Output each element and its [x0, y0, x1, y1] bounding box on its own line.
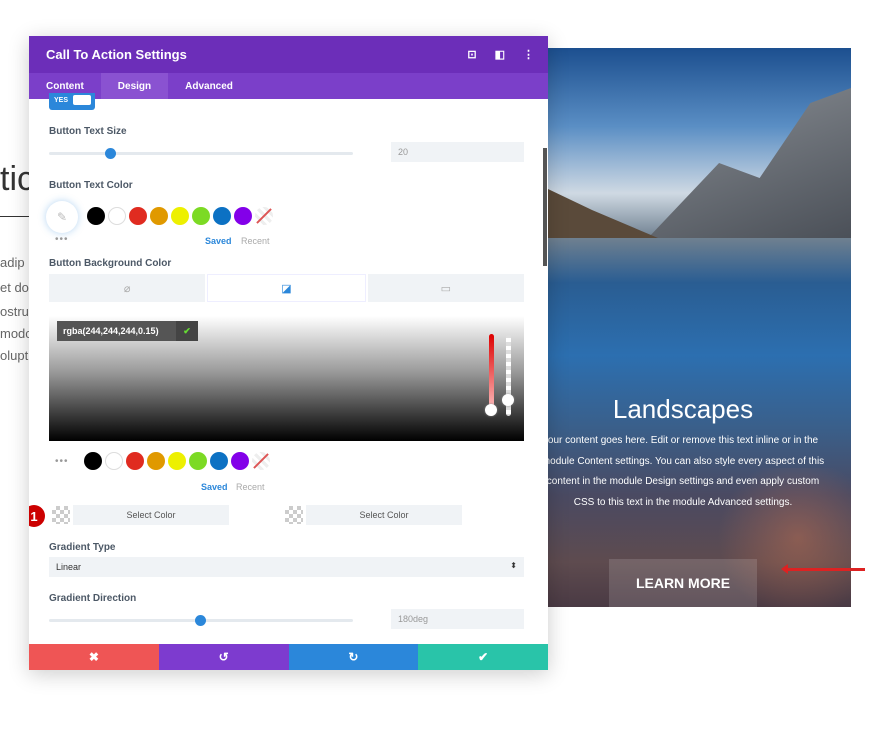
more-options-icon[interactable]: ⋮: [523, 48, 534, 61]
saved-tab[interactable]: Saved: [205, 236, 232, 246]
toggle-label: YES: [54, 97, 69, 104]
swatch-yellow[interactable]: [168, 452, 186, 470]
swatch-green[interactable]: [192, 207, 210, 225]
swatch-white[interactable]: [105, 452, 123, 470]
swatch-black[interactable]: [84, 452, 102, 470]
mountain-image: [648, 88, 851, 238]
settings-panel: Call To Action Settings ⊡ ◧ ⋮ Content De…: [29, 36, 548, 670]
body-text-line: olupt: [0, 348, 29, 363]
swatch-red[interactable]: [126, 452, 144, 470]
select-value: Linear: [56, 562, 82, 572]
button-bg-color-label: Button Background Color: [49, 258, 172, 269]
transparent-swatch-icon: [285, 506, 303, 524]
cta-module-preview[interactable]: Landscapes our content goes here. Edit o…: [548, 48, 851, 607]
step-badge: 1: [29, 505, 45, 527]
more-swatches-icon[interactable]: •••: [55, 456, 69, 467]
slider-handle[interactable]: [195, 615, 206, 626]
color-value-input[interactable]: rgba(244,244,244,0.15) ✔: [57, 321, 198, 341]
swatch-red[interactable]: [129, 207, 147, 225]
swatch-black[interactable]: [87, 207, 105, 225]
recent-tab[interactable]: Recent: [241, 236, 270, 246]
button-text-color-label: Button Text Color: [49, 180, 133, 191]
gradient-start-stop[interactable]: Select Color: [52, 505, 229, 525]
cta-body: our content goes here. Edit or remove th…: [548, 435, 825, 508]
confirm-check-icon[interactable]: ✔: [176, 321, 198, 341]
image-icon[interactable]: ▭: [367, 274, 524, 302]
swatch-orange[interactable]: [150, 207, 168, 225]
gradient-end-stop[interactable]: Select Color: [285, 505, 462, 525]
swatch-yellow[interactable]: [171, 207, 189, 225]
gradient-type-select[interactable]: ⬍ Linear: [49, 557, 524, 577]
screenshot-icon[interactable]: ⊡: [467, 48, 476, 61]
eyedropper-icon[interactable]: ✎: [46, 201, 78, 233]
panel-scrollbar[interactable]: [543, 148, 547, 266]
swatch-green[interactable]: [189, 452, 207, 470]
swatch-blue[interactable]: [213, 207, 231, 225]
color-picker-area[interactable]: rgba(244,244,244,0.15) ✔: [49, 316, 524, 441]
slider-handle[interactable]: [105, 148, 116, 159]
learn-more-button[interactable]: LEARN MORE: [609, 559, 757, 607]
swatch-orange[interactable]: [147, 452, 165, 470]
panel-footer: ✖ ↺ ↻ ✔: [29, 644, 548, 670]
save-button[interactable]: ✔: [418, 644, 548, 670]
button-text-size-label: Button Text Size: [49, 126, 127, 137]
body-text-line: modc: [0, 326, 32, 341]
swatch-purple[interactable]: [231, 452, 249, 470]
no-color-icon[interactable]: [252, 452, 270, 470]
annotation-arrow-icon: [781, 564, 865, 574]
swatch-white[interactable]: [108, 207, 126, 225]
swatch-blue[interactable]: [210, 452, 228, 470]
use-custom-styles-toggle[interactable]: YES: [49, 93, 95, 110]
gradient-direction-input[interactable]: 180deg: [391, 609, 524, 629]
swatch-purple[interactable]: [234, 207, 252, 225]
select-color-button[interactable]: Select Color: [73, 505, 229, 525]
gradient-direction-label: Gradient Direction: [49, 593, 137, 604]
gradient-direction-slider[interactable]: [49, 615, 353, 626]
background-type-tabs: ⌀ ◪ ▭: [49, 274, 524, 302]
tab-bar: Content Design Advanced: [29, 73, 548, 99]
panel-header: Call To Action Settings ⊡ ◧ ⋮: [29, 36, 548, 73]
sidebar-toggle-icon[interactable]: ◧: [495, 48, 505, 61]
button-text-size-input[interactable]: 20: [391, 142, 524, 162]
undo-button[interactable]: ↺: [158, 644, 289, 670]
opacity-handle[interactable]: [502, 394, 514, 406]
color-value: rgba(244,244,244,0.15): [63, 326, 159, 336]
tab-design[interactable]: Design: [100, 73, 169, 99]
tab-advanced[interactable]: Advanced: [168, 73, 250, 99]
hue-handle[interactable]: [485, 404, 497, 416]
cancel-button[interactable]: ✖: [29, 644, 159, 670]
opacity-slider[interactable]: [502, 334, 514, 416]
button-text-size-slider[interactable]: [49, 148, 353, 159]
body-text-line: adip: [0, 255, 25, 270]
cta-title: Landscapes: [612, 394, 754, 424]
panel-title: Call To Action Settings: [46, 47, 187, 62]
body-text-line: et do: [0, 280, 29, 295]
color-swatches: [84, 452, 270, 470]
color-fill-icon[interactable]: ⌀: [49, 274, 206, 302]
recent-tab[interactable]: Recent: [236, 482, 265, 492]
heading-divider: [0, 216, 30, 217]
no-color-icon[interactable]: [255, 207, 273, 225]
more-swatches-icon[interactable]: •••: [55, 234, 69, 245]
gradient-type-label: Gradient Type: [49, 542, 116, 553]
color-swatches: [87, 207, 273, 225]
saved-tab[interactable]: Saved: [201, 482, 228, 492]
select-arrows-icon: ⬍: [510, 561, 517, 570]
select-color-button[interactable]: Select Color: [306, 505, 462, 525]
gradient-icon[interactable]: ◪: [207, 274, 366, 302]
hue-slider[interactable]: [485, 334, 497, 416]
transparent-swatch-icon: [52, 506, 70, 524]
hill-image: [548, 189, 658, 238]
redo-button[interactable]: ↻: [288, 644, 419, 670]
